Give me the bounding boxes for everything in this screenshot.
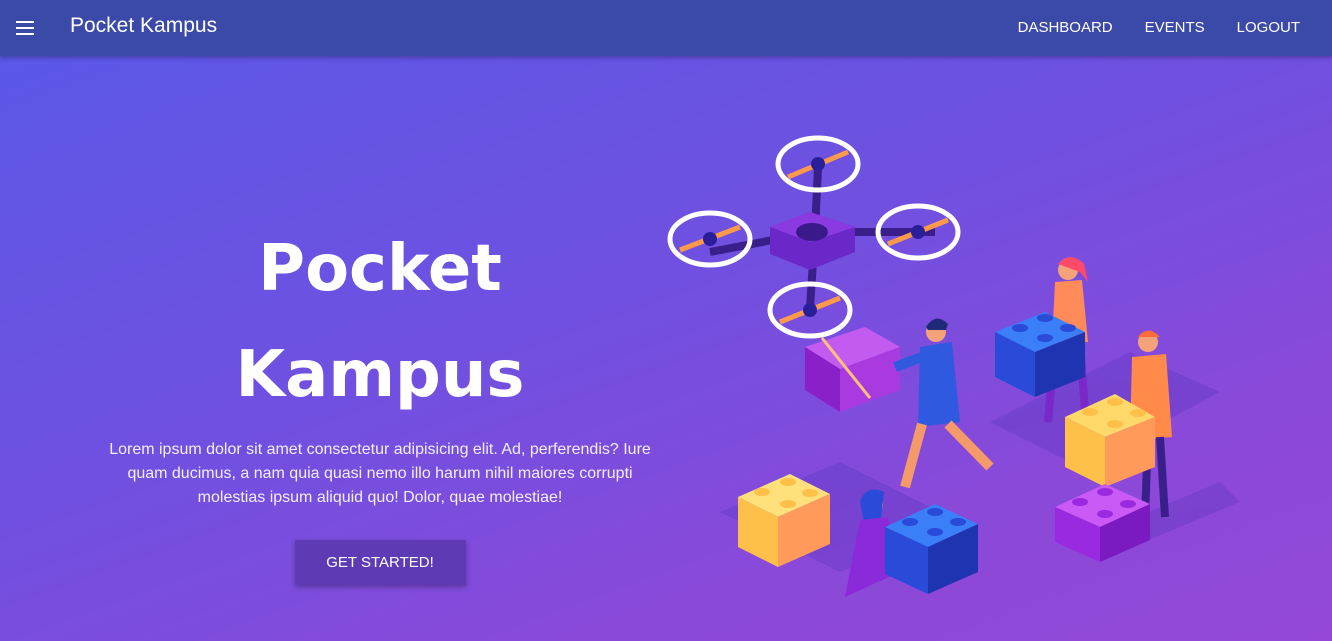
nav-link-logout[interactable]: LOGOUT (1221, 0, 1316, 56)
hero-title: Pocket Kampus (100, 216, 660, 428)
hero-section: Pocket Kampus Lorem ipsum dolor sit amet… (0, 56, 1332, 641)
purple-block-icon (1055, 484, 1150, 562)
nav-links: DASHBOARD EVENTS LOGOUT (1002, 0, 1316, 56)
man-figure-icon (893, 318, 994, 489)
top-navbar: Pocket Kampus DASHBOARD EVENTS LOGOUT (0, 0, 1332, 56)
brand-title[interactable]: Pocket Kampus (70, 12, 217, 40)
hero-description: Lorem ipsum dolor sit amet consectetur a… (109, 441, 651, 506)
nav-link-events[interactable]: EVENTS (1129, 0, 1221, 56)
hero-title-line-2: Kampus (235, 338, 525, 412)
hamburger-menu-icon[interactable] (14, 16, 38, 40)
hero-text-block: Pocket Kampus Lorem ipsum dolor sit amet… (100, 216, 660, 585)
app: Pocket Kampus DASHBOARD EVENTS LOGOUT Po… (0, 0, 1332, 641)
hero-illustration (667, 135, 1240, 597)
hero-title-line-1: Pocket (258, 232, 502, 306)
nav-link-dashboard[interactable]: DASHBOARD (1002, 0, 1129, 56)
package-icon (805, 327, 900, 412)
get-started-button[interactable]: GET STARTED! (294, 540, 466, 585)
drone-icon (667, 135, 961, 339)
